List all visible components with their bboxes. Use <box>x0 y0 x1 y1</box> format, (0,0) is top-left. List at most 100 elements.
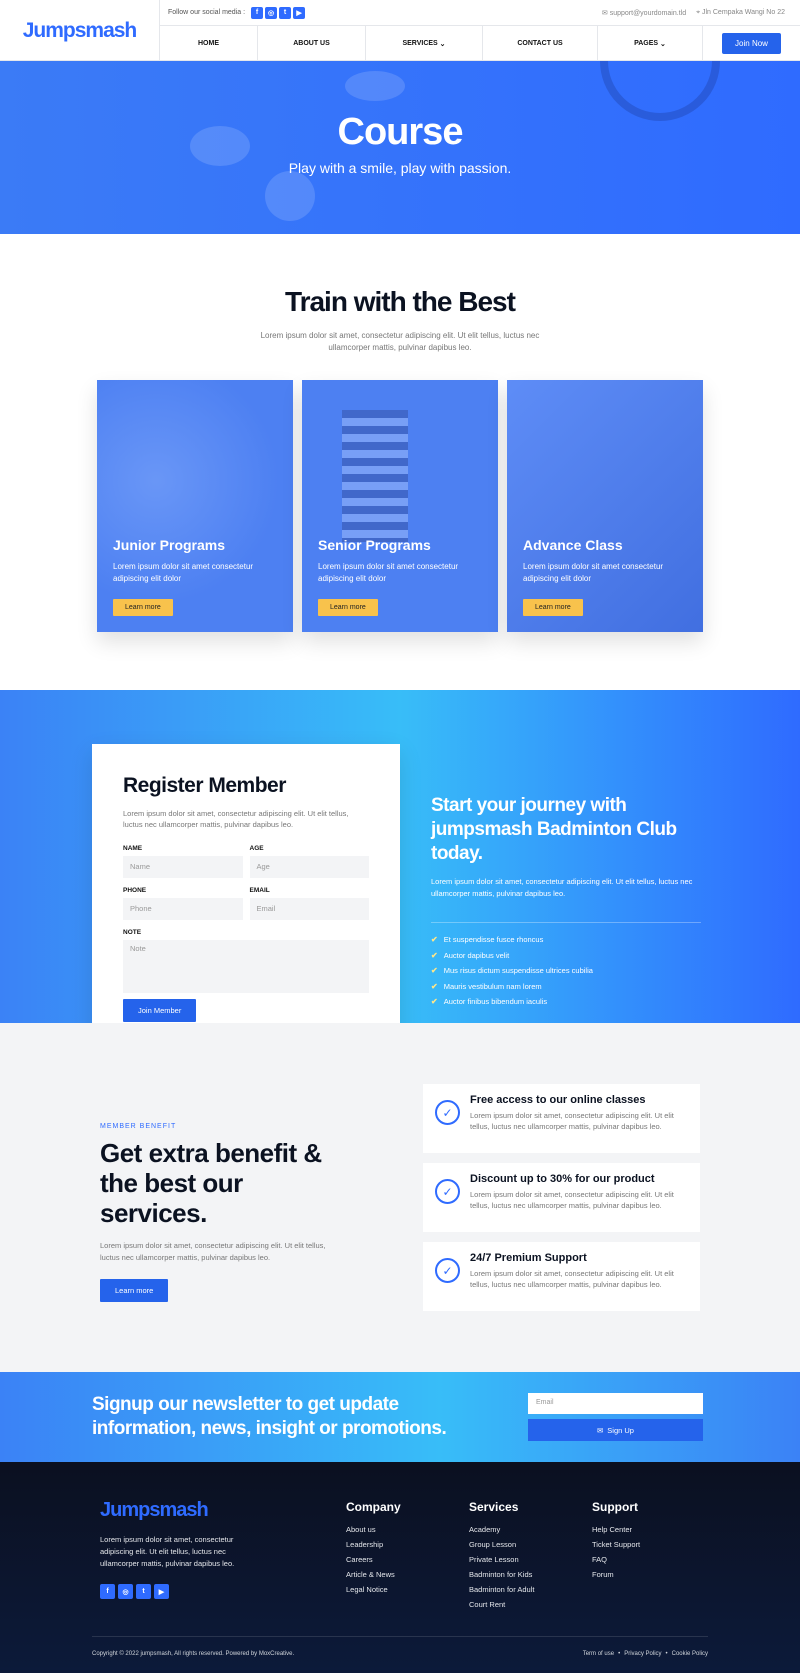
dot-separator: • <box>665 1651 668 1657</box>
list-item: ✔ Auctor dapibus velit <box>431 950 510 960</box>
footer-link[interactable]: Article & News <box>346 1570 401 1579</box>
sign-up-button[interactable]: ✉ Sign Up <box>528 1419 703 1441</box>
register-section: Register Member Lorem ipsum dolor sit am… <box>0 690 800 1056</box>
youtube-icon[interactable]: ▶ <box>293 6 306 19</box>
card-desc: Lorem ipsum dolor sit amet consectetur a… <box>523 562 664 583</box>
nav-pages[interactable]: PAGES ⌄ <box>598 26 703 61</box>
footer-link[interactable]: Badminton for Adult <box>469 1585 534 1594</box>
footer-link[interactable]: Careers <box>346 1555 401 1564</box>
email-label: EMAIL <box>249 887 270 894</box>
nav-home[interactable]: HOME <box>160 26 258 61</box>
shuttlecock-decoration <box>265 171 315 221</box>
footer-link[interactable]: Forum <box>592 1570 640 1579</box>
check-icon: ✔ <box>431 935 438 944</box>
footer-link[interactable]: Help Center <box>592 1525 640 1534</box>
list-item: ✔ Et suspendisse fusce rhoncus <box>431 935 544 944</box>
footer-link[interactable]: Academy <box>469 1525 534 1534</box>
join-now-button[interactable]: Join Now <box>722 33 781 54</box>
nav-services[interactable]: SERVICES ⌄ <box>366 26 483 61</box>
feature-list: ✔ Et suspendisse fusce rhoncus ✔ Auctor da… <box>431 935 701 1006</box>
footer-link[interactable]: Group Lesson <box>469 1540 534 1549</box>
train-lead: Lorem ipsum dolor sit amet, consectetur … <box>260 331 540 352</box>
newsletter-section: Signup our newsletter to get update info… <box>0 1372 800 1462</box>
footer-legal-link[interactable]: Privacy Policy <box>624 1651 661 1657</box>
check-circle-icon: ✓ <box>435 1258 460 1283</box>
facebook-icon[interactable]: f <box>100 1584 115 1599</box>
list-item: ✔ Mus risus dictum suspendisse ultrices c… <box>431 966 593 975</box>
twitter-icon[interactable]: t <box>136 1584 151 1599</box>
footer-desc: Lorem ipsum dolor sit amet, consectetur … <box>100 1535 235 1568</box>
footer-legal-link[interactable]: Term of use <box>583 1651 614 1657</box>
program-card[interactable]: Advance Class Lorem ipsum dolor sit amet … <box>507 380 703 632</box>
phone-label: PHONE <box>123 887 147 894</box>
footer-link[interactable]: Legal Notice <box>346 1585 401 1594</box>
footer-col-title: Company <box>346 1500 401 1514</box>
newsletter-email-input[interactable]: Email <box>528 1393 703 1414</box>
benefit-card-desc: Lorem ipsum dolor sit amet, consectetur … <box>470 1111 674 1131</box>
register-side-desc: Lorem ipsum dolor sit amet, consectetur … <box>431 877 693 898</box>
site-footer: Jumpsmash Lorem ipsum dolor sit amet, co… <box>0 1462 800 1673</box>
learn-more-button[interactable]: Learn more <box>318 599 378 616</box>
phone-input[interactable]: Phone <box>123 898 243 920</box>
learn-more-button[interactable]: Learn more <box>523 599 583 616</box>
instagram-icon[interactable]: ◎ <box>118 1584 133 1599</box>
program-card[interactable]: Junior Programs Lorem ipsum dolor sit ame… <box>97 380 293 632</box>
mail-icon: ✉ <box>601 9 610 17</box>
learn-more-button[interactable]: Learn more <box>113 599 173 616</box>
hero-banner: Course Play with a smile, play with pass… <box>0 61 800 234</box>
hero-subtitle: Play with a smile, play with passion. <box>288 160 512 176</box>
chevron-down-icon: ⌄ <box>658 40 666 48</box>
age-input[interactable]: Age <box>249 856 369 878</box>
train-section: Train with the Best Lorem ipsum dolor si… <box>0 234 800 632</box>
register-form: Register Member Lorem ipsum dolor sit am… <box>92 744 400 1056</box>
facebook-icon[interactable]: f <box>251 6 264 19</box>
join-member-button[interactable]: Join Member <box>123 999 197 1022</box>
footer-link[interactable]: FAQ <box>592 1555 640 1564</box>
email-input[interactable]: Email <box>249 898 369 920</box>
program-card[interactable]: Senior Programs Lorem ipsum dolor sit ame… <box>302 380 498 632</box>
twitter-icon[interactable]: t <box>279 6 292 19</box>
footer-company: Company About us Leadership Careers Arti… <box>346 1500 401 1600</box>
benefit-card: ✓ 24/7 Premium Support Lorem ipsum dolor s… <box>423 1242 700 1311</box>
register-info: Start your journey with jumpsmash Badmin… <box>431 794 701 1013</box>
benefit-desc: Lorem ipsum dolor sit amet, consectetur … <box>100 1241 326 1262</box>
benefit-card: ✓ Free access to our online classes Lorem … <box>423 1084 700 1153</box>
benefit-cards: ✓ Free access to our online classes Lorem … <box>423 1084 700 1321</box>
site-logo[interactable]: Jumpsmash <box>0 0 160 61</box>
site-header: Jumpsmash Follow our social media : f ◎ … <box>0 0 800 61</box>
shuttlecock-decoration <box>190 126 250 166</box>
footer-bottom: Copyright © 2022 jumpsmash, All rights r… <box>92 1636 708 1657</box>
chevron-down-icon: ⌄ <box>437 40 446 48</box>
card-title: Advance Class <box>523 537 623 553</box>
nav-contact[interactable]: CONTACT US <box>483 26 598 61</box>
name-input[interactable]: Name <box>123 856 243 878</box>
footer-services: Services Academy Group Lesson Private Le… <box>469 1500 534 1615</box>
footer-link[interactable]: Private Lesson <box>469 1555 534 1564</box>
card-desc: Lorem ipsum dolor sit amet consectetur a… <box>113 562 254 583</box>
benefit-kicker: MEMBER BENEFIT <box>100 1123 177 1130</box>
footer-col-title: Support <box>592 1500 638 1514</box>
train-title: Train with the Best <box>285 286 516 317</box>
footer-link[interactable]: About us <box>346 1525 401 1534</box>
top-bar: Follow our social media : f ◎ t ▶ ✉ supp… <box>160 0 800 26</box>
email-contact[interactable]: ✉ support@yourdomain.tld <box>602 9 686 17</box>
footer-social: f ◎ t ▶ <box>100 1584 169 1599</box>
check-icon: ✔ <box>431 981 438 991</box>
benefits-section: MEMBER BENEFIT Get extra benefit & the b… <box>0 1023 800 1372</box>
footer-link[interactable]: Ticket Support <box>592 1540 640 1549</box>
follow-label: Follow our social media : <box>168 9 246 16</box>
youtube-icon[interactable]: ▶ <box>154 1584 169 1599</box>
footer-link[interactable]: Court Rent <box>469 1600 534 1609</box>
footer-legal-link[interactable]: Cookie Policy <box>672 1651 708 1657</box>
card-title: Senior Programs <box>318 537 431 553</box>
copyright: Copyright © 2022 jumpsmash, All rights r… <box>92 1651 295 1657</box>
instagram-icon[interactable]: ◎ <box>265 6 278 19</box>
learn-more-button[interactable]: Learn more <box>100 1279 169 1302</box>
footer-link[interactable]: Leadership <box>346 1540 401 1549</box>
nav-about[interactable]: ABOUT US <box>258 26 366 61</box>
benefit-card: ✓ Discount up to 30% for our product Lorem… <box>423 1163 700 1232</box>
footer-link[interactable]: Badminton for Kids <box>469 1570 534 1579</box>
register-desc: Lorem ipsum dolor sit amet, consectetur … <box>123 809 349 829</box>
footer-logo[interactable]: Jumpsmash <box>100 1499 209 1522</box>
note-textarea[interactable]: Note <box>123 940 369 993</box>
